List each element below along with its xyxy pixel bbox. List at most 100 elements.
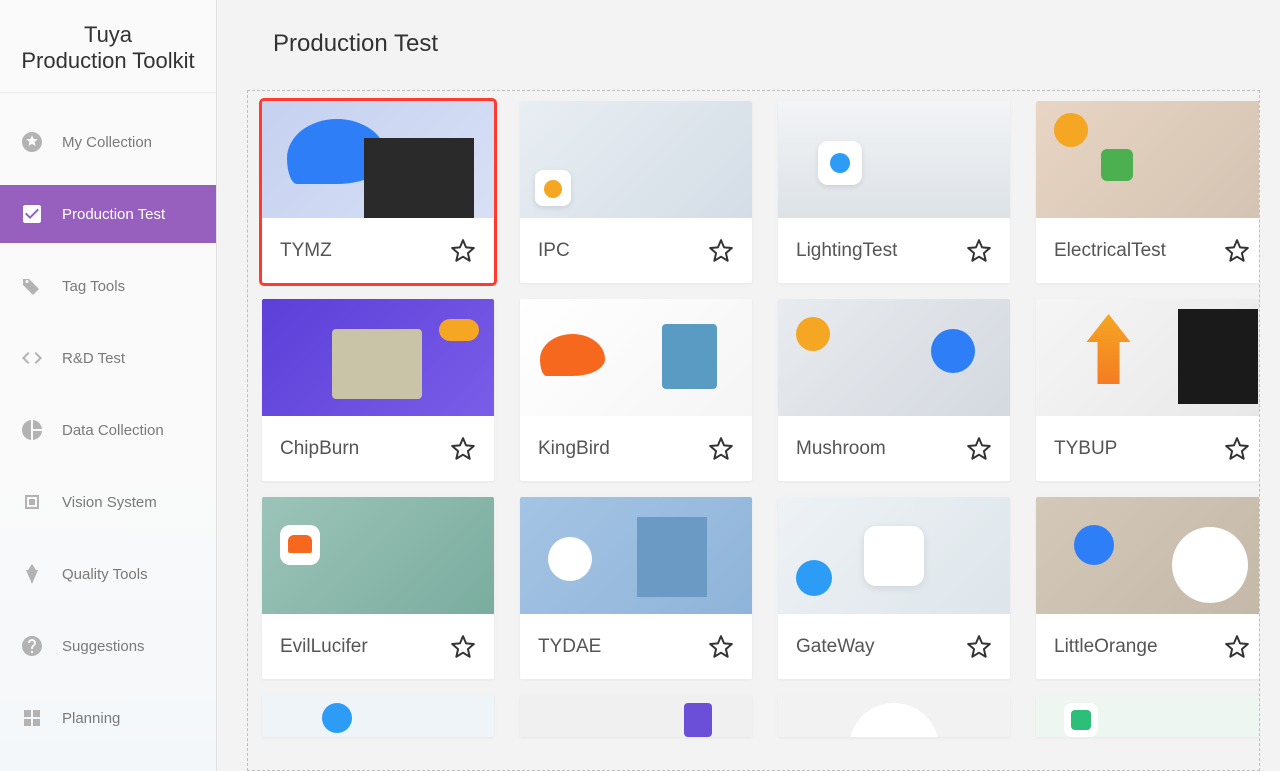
- card-evillucifer[interactable]: EvilLucifer: [262, 497, 494, 679]
- sidebar-item-tag-tools[interactable]: Tag Tools: [0, 257, 216, 315]
- card-image: [520, 101, 752, 218]
- card-image: [778, 299, 1010, 416]
- star-icon[interactable]: [966, 238, 992, 264]
- card-partial[interactable]: [778, 695, 1010, 737]
- card-footer: ElectricalTest: [1036, 218, 1260, 283]
- card-title: ElectricalTest: [1054, 240, 1166, 262]
- star-icon[interactable]: [966, 634, 992, 660]
- sidebar-item-label: Planning: [62, 710, 120, 727]
- card-littleorange[interactable]: LittleOrange: [1036, 497, 1260, 679]
- sidebar-item-quality-tools[interactable]: Quality Tools: [0, 545, 216, 603]
- star-icon[interactable]: [708, 238, 734, 264]
- card-title: LittleOrange: [1054, 636, 1158, 658]
- diamond-icon: [20, 562, 44, 586]
- grid-icon: [20, 706, 44, 730]
- card-image: [262, 497, 494, 614]
- card-image: [520, 695, 752, 737]
- card-image: [262, 695, 494, 737]
- main-content: Production Test TYMZ IPC LightingTest Elect…: [217, 0, 1280, 771]
- card-title: LightingTest: [796, 240, 897, 262]
- card-electricaltest[interactable]: ElectricalTest: [1036, 101, 1260, 283]
- check-doc-icon: [20, 202, 44, 226]
- card-partial[interactable]: [1036, 695, 1260, 737]
- card-title: TYDAE: [538, 636, 601, 658]
- card-image: [1036, 101, 1260, 218]
- sidebar-item-label: My Collection: [62, 134, 152, 151]
- star-icon[interactable]: [1224, 634, 1250, 660]
- card-title: GateWay: [796, 636, 875, 658]
- card-title: ChipBurn: [280, 438, 359, 460]
- sidebar-item-rd-test[interactable]: R&D Test: [0, 329, 216, 387]
- sidebar-item-label: R&D Test: [62, 350, 125, 367]
- card-partial[interactable]: [262, 695, 494, 737]
- card-image: [262, 101, 494, 218]
- sidebar-item-label: Production Test: [62, 206, 165, 223]
- sidebar-item-label: Data Collection: [62, 422, 164, 439]
- star-icon[interactable]: [1224, 238, 1250, 264]
- star-icon[interactable]: [450, 238, 476, 264]
- sidebar-item-suggestions[interactable]: Suggestions: [0, 617, 216, 675]
- sidebar-item-vision-system[interactable]: Vision System: [0, 473, 216, 531]
- card-tybup[interactable]: TYBUP: [1036, 299, 1260, 481]
- card-footer: KingBird: [520, 416, 752, 481]
- card-image: [520, 299, 752, 416]
- card-title: TYMZ: [280, 240, 332, 262]
- nav-list: My Collection Production Test Tag Tools R&D…: [0, 93, 216, 747]
- star-icon[interactable]: [450, 634, 476, 660]
- sidebar-item-label: Vision System: [62, 494, 157, 511]
- card-title: Mushroom: [796, 438, 886, 460]
- card-gateway[interactable]: GateWay: [778, 497, 1010, 679]
- star-icon[interactable]: [966, 436, 992, 462]
- card-footer: GateWay: [778, 614, 1010, 679]
- card-footer: TYMZ: [262, 218, 494, 283]
- sidebar-item-production-test[interactable]: Production Test: [0, 185, 216, 243]
- page-title: Production Test: [217, 0, 1280, 78]
- tag-icon: [20, 274, 44, 298]
- card-title: KingBird: [538, 438, 610, 460]
- card-image: [262, 299, 494, 416]
- sidebar: Tuya Production Toolkit My Collection Pro…: [0, 0, 217, 771]
- card-image: [1036, 497, 1260, 614]
- star-icon[interactable]: [708, 634, 734, 660]
- app-title-line2: Production Toolkit: [10, 48, 206, 74]
- sidebar-header: Tuya Production Toolkit: [0, 0, 216, 93]
- card-tydae[interactable]: TYDAE: [520, 497, 752, 679]
- card-grid-container: TYMZ IPC LightingTest ElectricalTest ChipBur…: [247, 90, 1260, 771]
- card-image: [778, 101, 1010, 218]
- sidebar-item-my-collection[interactable]: My Collection: [0, 113, 216, 171]
- card-title: TYBUP: [1054, 438, 1117, 460]
- star-circle-icon: [20, 130, 44, 154]
- card-footer: TYBUP: [1036, 416, 1260, 481]
- sidebar-item-label: Quality Tools: [62, 566, 148, 583]
- card-image: [1036, 299, 1260, 416]
- card-mushroom[interactable]: Mushroom: [778, 299, 1010, 481]
- card-footer: TYDAE: [520, 614, 752, 679]
- sidebar-item-label: Tag Tools: [62, 278, 125, 295]
- card-tymz[interactable]: TYMZ: [262, 101, 494, 283]
- star-icon[interactable]: [708, 436, 734, 462]
- card-footer: ChipBurn: [262, 416, 494, 481]
- card-image: [778, 497, 1010, 614]
- card-footer: LittleOrange: [1036, 614, 1260, 679]
- star-icon[interactable]: [1224, 436, 1250, 462]
- sidebar-item-data-collection[interactable]: Data Collection: [0, 401, 216, 459]
- card-title: IPC: [538, 240, 570, 262]
- sidebar-item-planning[interactable]: Planning: [0, 689, 216, 747]
- card-lightingtest[interactable]: LightingTest: [778, 101, 1010, 283]
- card-footer: EvilLucifer: [262, 614, 494, 679]
- card-partial[interactable]: [520, 695, 752, 737]
- card-kingbird[interactable]: KingBird: [520, 299, 752, 481]
- card-image: [778, 695, 1010, 737]
- card-chipburn[interactable]: ChipBurn: [262, 299, 494, 481]
- card-image: [1036, 695, 1260, 737]
- vision-icon: [20, 490, 44, 514]
- sidebar-item-label: Suggestions: [62, 638, 145, 655]
- card-footer: LightingTest: [778, 218, 1010, 283]
- question-icon: [20, 634, 44, 658]
- app-title-line1: Tuya: [10, 22, 206, 48]
- card-image: [520, 497, 752, 614]
- star-icon[interactable]: [450, 436, 476, 462]
- card-ipc[interactable]: IPC: [520, 101, 752, 283]
- card-footer: IPC: [520, 218, 752, 283]
- code-icon: [20, 346, 44, 370]
